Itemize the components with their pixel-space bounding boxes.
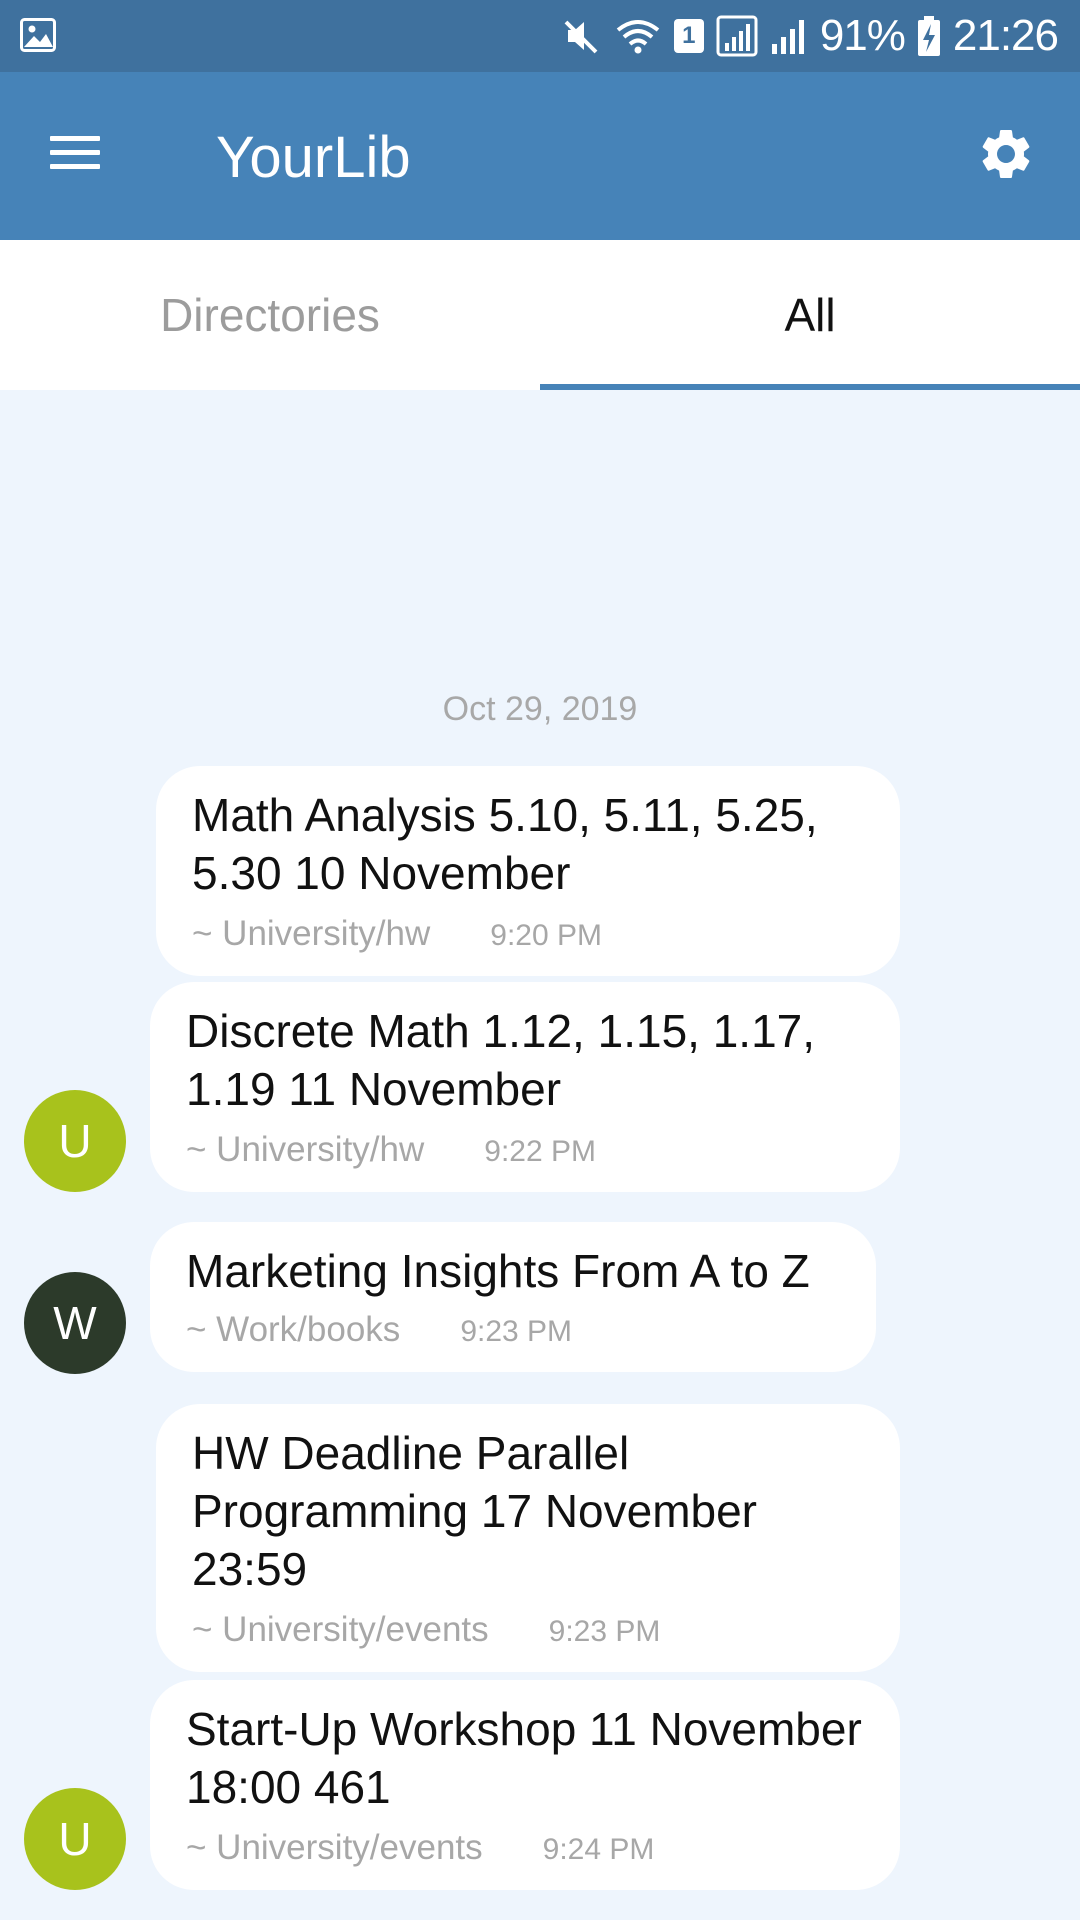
battery-charging-icon [917,16,940,56]
message-text: HW Deadline Parallel Programming 17 Nove… [192,1427,758,1595]
message-directory: ~ University/events [192,1610,489,1649]
message-meta: ~ University/hw 9:20 PM [192,914,602,958]
tab-selected-indicator [540,384,1080,390]
tab-all[interactable]: All [540,240,1080,390]
wifi-icon [616,20,660,54]
avatar[interactable]: W [24,1272,126,1374]
message-text: Math Analysis 5.10, 5.11, 5.25, 5.30 10 … [192,789,818,899]
message-time: 9:24 PM [542,1833,655,1866]
signal-icon [716,15,758,57]
app-title: YourLib [216,125,411,190]
message-meta: ~ University/hw 9:22 PM [186,1130,596,1174]
message-time: 9:20 PM [490,919,603,952]
message-meta: ~ University/events 9:24 PM [186,1828,654,1872]
message-meta: ~ University/events 9:23 PM [192,1610,660,1654]
date-separator: Oct 29, 2019 [442,690,638,728]
message-time: 9:23 PM [548,1615,661,1648]
sim-icon: 1 [673,19,704,53]
message-time: 9:22 PM [484,1135,597,1168]
avatar[interactable]: U [24,1090,126,1192]
tab-bar: Directories All [0,240,1080,390]
message-directory: ~ University/events [186,1828,483,1867]
signal-icon [771,20,804,54]
gear-icon[interactable] [976,124,1036,184]
message-directory: ~ University/hw [186,1130,425,1169]
message-bubble[interactable]: HW Deadline Parallel Programming 17 Nove… [156,1404,900,1672]
message-text: Start-Up Workshop 11 November 18:00 461 [186,1703,862,1813]
mute-icon [564,20,598,54]
message-directory: ~ University/hw [192,914,431,953]
clock: 21:26 [952,11,1059,60]
message-bubble[interactable]: Start-Up Workshop 11 November 18:00 461 … [150,1680,900,1890]
avatar[interactable]: U [24,1788,126,1890]
message-directory: ~ Work/books [186,1310,401,1349]
status-bar: 1 91% 21:26 [0,0,1080,72]
message-text: Marketing Insights From A to Z [186,1245,810,1297]
message-time: 9:23 PM [460,1315,573,1348]
message-bubble[interactable]: Math Analysis 5.10, 5.11, 5.25, 5.30 10 … [156,766,900,976]
message-meta: ~ Work/books 9:23 PM [186,1310,572,1354]
message-text: Discrete Math 1.12, 1.15, 1.17, 1.19 11 … [186,1005,816,1115]
app-bar: YourLib [0,72,1080,240]
message-bubble[interactable]: Marketing Insights From A to Z ~ Work/bo… [150,1222,876,1372]
menu-icon[interactable] [44,122,104,182]
battery-percent: 91% [819,11,906,60]
message-bubble[interactable]: Discrete Math 1.12, 1.15, 1.17, 1.19 11 … [150,982,900,1192]
gallery-icon [20,18,56,52]
tab-directories[interactable]: Directories [0,240,540,390]
